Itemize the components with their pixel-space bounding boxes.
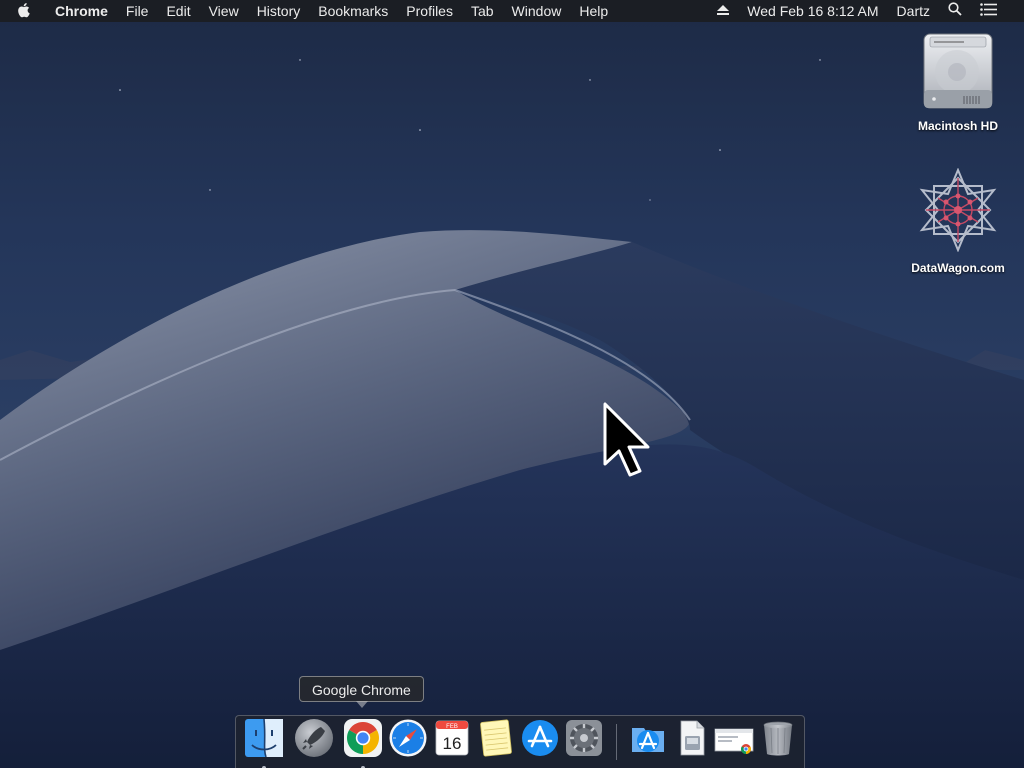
dock-item-notes[interactable] bbox=[476, 718, 516, 763]
trash-icon bbox=[758, 718, 798, 763]
calendar-month: FEB bbox=[446, 724, 458, 730]
chrome-icon bbox=[343, 718, 383, 763]
menu-window[interactable]: Window bbox=[503, 0, 571, 22]
notification-center-button[interactable] bbox=[971, 0, 1006, 22]
launchpad-icon bbox=[294, 718, 334, 763]
apple-icon bbox=[16, 2, 30, 21]
hard-drive-icon bbox=[920, 32, 996, 115]
mouse-pointer-icon bbox=[603, 402, 653, 483]
menu-file[interactable]: File bbox=[117, 0, 158, 22]
menu-history[interactable]: History bbox=[248, 0, 310, 22]
menu-tab[interactable]: Tab bbox=[462, 0, 503, 22]
desktop-icon-datawagon[interactable]: DataWagon.com bbox=[898, 167, 1018, 275]
menu-profiles[interactable]: Profiles bbox=[397, 0, 462, 22]
app-store-icon bbox=[520, 718, 560, 763]
datawagon-logo-icon bbox=[916, 167, 1000, 257]
menu-bookmarks[interactable]: Bookmarks bbox=[309, 0, 397, 22]
dock-item-applications[interactable] bbox=[628, 720, 668, 760]
notification-center-icon bbox=[980, 0, 997, 22]
apple-menu[interactable] bbox=[16, 2, 40, 21]
dock-tooltip-text: Google Chrome bbox=[312, 682, 411, 698]
dock-tooltip: Google Chrome bbox=[299, 676, 424, 708]
spotlight-search-icon bbox=[948, 0, 962, 22]
desktop-icon-macintosh-hd[interactable]: Macintosh HD bbox=[898, 32, 1018, 133]
desktop-icon-label: Macintosh HD bbox=[917, 119, 998, 133]
menu-app-name[interactable]: Chrome bbox=[46, 0, 117, 22]
dock-item-launchpad[interactable] bbox=[294, 718, 334, 763]
dock-item-chrome[interactable] bbox=[343, 718, 383, 768]
dock-item-safari[interactable] bbox=[388, 718, 428, 763]
applications-folder-icon bbox=[628, 718, 668, 763]
calendar-day: 16 bbox=[443, 734, 462, 753]
menu-view[interactable]: View bbox=[200, 0, 248, 22]
eject-button[interactable] bbox=[708, 0, 738, 22]
dock-item-calendar[interactable]: FEB 16 bbox=[432, 720, 472, 760]
menu-help[interactable]: Help bbox=[570, 0, 617, 22]
menu-user[interactable]: Dartz bbox=[888, 0, 939, 22]
dock-item-system-preferences[interactable] bbox=[564, 718, 604, 763]
notes-icon bbox=[476, 718, 516, 763]
calendar-icon: FEB 16 bbox=[432, 718, 472, 763]
downloads-stack-icon bbox=[714, 718, 754, 763]
dock-item-downloads[interactable] bbox=[714, 720, 754, 760]
finder-icon bbox=[244, 718, 284, 763]
menu-clock[interactable]: Wed Feb 16 8:12 AM bbox=[738, 0, 887, 22]
dock-item-document[interactable] bbox=[672, 720, 712, 760]
menu-bar: Chrome File Edit View History Bookmarks … bbox=[0, 0, 1024, 22]
eject-icon bbox=[717, 0, 730, 22]
desktop-icon-label: DataWagon.com bbox=[911, 261, 1005, 275]
dock: FEB 16 bbox=[235, 715, 805, 768]
system-preferences-icon bbox=[564, 718, 604, 763]
dock-tooltip-arrow bbox=[356, 701, 368, 708]
desktop: Chrome File Edit View History Bookmarks … bbox=[0, 0, 1024, 768]
dock-item-finder[interactable] bbox=[244, 718, 284, 768]
document-icon bbox=[672, 718, 712, 763]
spotlight-button[interactable] bbox=[939, 0, 971, 22]
dock-item-app-store[interactable] bbox=[520, 718, 560, 763]
safari-icon bbox=[388, 718, 428, 763]
menu-edit[interactable]: Edit bbox=[157, 0, 199, 22]
dock-item-trash[interactable] bbox=[758, 720, 798, 760]
dock-separator bbox=[616, 724, 617, 760]
wallpaper bbox=[0, 59, 1024, 768]
